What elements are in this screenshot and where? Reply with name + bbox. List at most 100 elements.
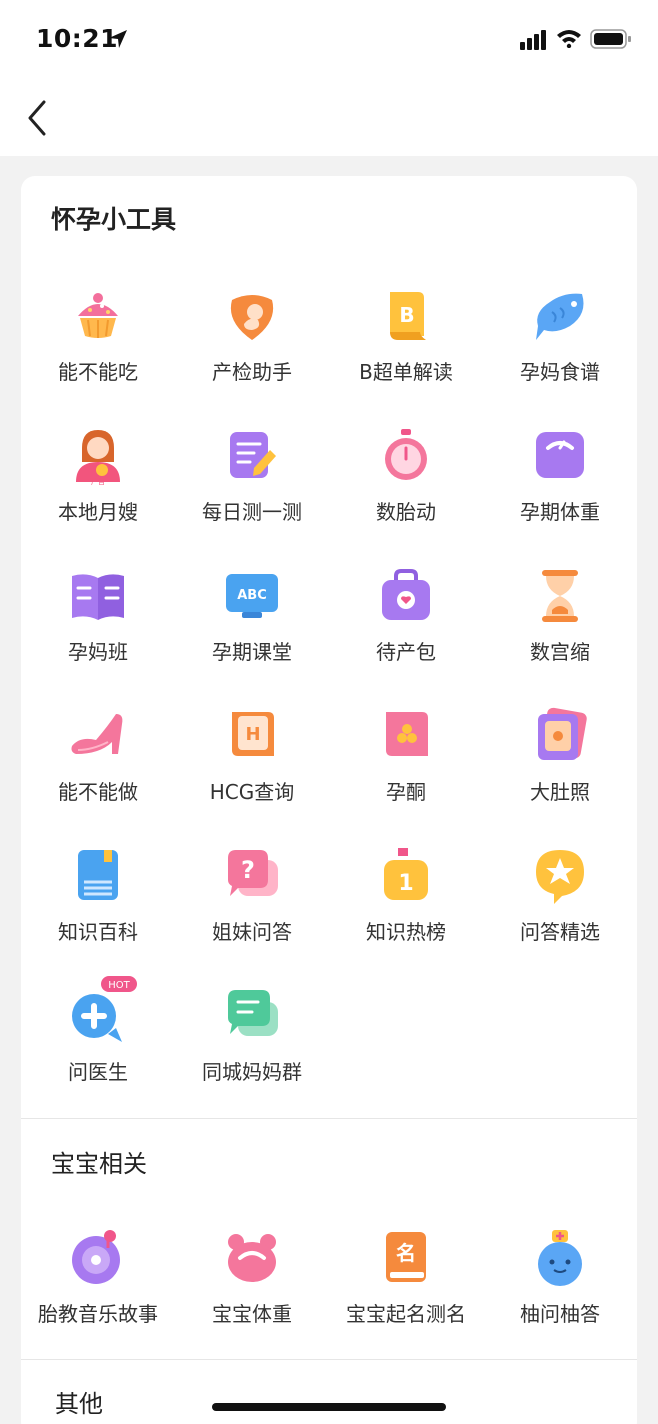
ultrasound-icon — [230, 295, 274, 340]
pregnancy-tools-title: 怀孕小工具 — [51, 205, 177, 234]
tool-label: 数胎动 — [376, 500, 436, 524]
hot-badge: HOT — [101, 976, 137, 992]
medal-icon: 1 — [384, 848, 428, 900]
scale-icon — [536, 432, 584, 478]
tool-progesterone[interactable]: 孕酮 — [329, 706, 483, 836]
tool-qa-picks[interactable]: 问答精选 — [483, 846, 637, 976]
status-time: 10:21 — [36, 24, 119, 53]
tool-label: 每日测一测 — [202, 500, 302, 524]
tools-card: 怀孕小工具 能不能吃 产检助手 B B超单解读 孕妈食谱 广告 本地月嫂 每日测… — [21, 176, 637, 1424]
tool-label: 孕酮 — [386, 780, 426, 804]
tool-hospital-bag[interactable]: 待产包 — [329, 566, 483, 696]
tool-encyclopedia[interactable]: 知识百科 — [21, 846, 175, 976]
tool-local-moms-group[interactable]: 同城妈妈群 — [175, 986, 329, 1116]
tool-ask-doctor[interactable]: HOT 问医生 — [21, 976, 175, 1116]
tool-label: 孕妈班 — [68, 640, 128, 664]
progesterone-scroll-icon — [386, 712, 428, 756]
tool-pregnancy-class[interactable]: ABC 孕期课堂 — [175, 566, 329, 696]
mascot-icon — [538, 1230, 582, 1286]
b-scan-report-icon: B — [390, 292, 426, 340]
encyclopedia-icon — [78, 850, 118, 900]
baby-scale-icon — [228, 1234, 276, 1282]
other-title: 其他 — [55, 1390, 103, 1418]
tool-checkup-assistant[interactable]: 产检助手 — [175, 286, 329, 416]
status-bar: 10:21 — [0, 0, 658, 78]
tool-hcg[interactable]: H HCG查询 — [175, 706, 329, 836]
svg-text:ABC: ABC — [237, 588, 267, 603]
abc-board-icon: ABC — [226, 574, 278, 618]
svg-text:1: 1 — [398, 871, 413, 896]
tool-label: 宝宝体重 — [212, 1302, 292, 1326]
music-disc-icon — [72, 1230, 120, 1284]
tool-daily-quiz[interactable]: 每日测一测 — [175, 426, 329, 556]
tool-label: 孕期体重 — [520, 500, 600, 524]
wifi-icon — [557, 30, 581, 48]
nanny-icon: 广告 — [76, 430, 120, 486]
hourglass-icon — [542, 570, 578, 622]
tool-you-wen-you-da[interactable]: 柚问柚答 — [483, 1228, 637, 1358]
home-indicator — [212, 1403, 446, 1411]
tool-label: 问医生 — [68, 1060, 128, 1084]
tool-hot-knowledge[interactable]: 1 知识热榜 — [329, 846, 483, 976]
tool-b-scan[interactable]: B B超单解读 — [329, 286, 483, 416]
tool-label: 数宫缩 — [530, 640, 590, 664]
back-chevron-icon[interactable] — [24, 98, 52, 138]
svg-text:B: B — [399, 303, 414, 327]
svg-text:H: H — [245, 724, 260, 745]
bag-icon — [382, 569, 430, 620]
tool-label: 孕期课堂 — [212, 640, 292, 664]
location-arrow-icon — [109, 30, 127, 48]
tool-label: 能不能做 — [58, 780, 138, 804]
stopwatch-icon — [385, 429, 427, 480]
tool-prenatal-music[interactable]: 胎教音乐故事 — [21, 1228, 175, 1358]
doctor-chat-icon — [72, 994, 122, 1042]
tool-label: 本地月嫂 — [58, 500, 138, 524]
tool-contractions[interactable]: 数宫缩 — [483, 566, 637, 696]
tool-label: 知识热榜 — [366, 920, 446, 944]
tool-pregnancy-weight[interactable]: 孕期体重 — [483, 426, 637, 556]
nav-bar — [0, 78, 658, 156]
tool-recipes[interactable]: 孕妈食谱 — [483, 286, 637, 416]
tool-bump-photo[interactable]: 大肚照 — [483, 706, 637, 836]
tool-label: 问答精选 — [520, 920, 600, 944]
group-chat-icon — [228, 990, 278, 1036]
question-chat-icon: ? — [228, 850, 278, 896]
tool-sisters-qa[interactable]: ? 姐妹问答 — [175, 846, 329, 976]
section-divider — [21, 1118, 637, 1119]
tool-baby-naming[interactable]: 名 宝宝起名测名 — [329, 1228, 483, 1358]
tool-label: 同城妈妈群 — [202, 1060, 302, 1084]
tool-label: 大肚照 — [530, 780, 590, 804]
tool-label: 姐妹问答 — [212, 920, 292, 944]
high-heel-icon — [71, 714, 123, 754]
tool-label: 待产包 — [376, 640, 436, 664]
fish-icon — [536, 293, 584, 340]
tool-label: HCG查询 — [209, 780, 295, 804]
ad-badge: 广告 — [91, 477, 105, 486]
tool-label: 宝宝起名测名 — [346, 1302, 466, 1326]
battery-icon — [590, 29, 631, 49]
tool-label: 胎教音乐故事 — [38, 1302, 158, 1326]
open-book-icon — [72, 574, 124, 620]
tool-can-do[interactable]: 能不能做 — [21, 706, 175, 836]
tool-baby-weight[interactable]: 宝宝体重 — [175, 1228, 329, 1358]
baby-tools-title: 宝宝相关 — [51, 1150, 147, 1178]
cupcake-icon — [78, 293, 118, 338]
section-divider — [21, 1359, 637, 1360]
star-bubble-icon — [536, 850, 584, 904]
svg-text:名: 名 — [396, 1241, 416, 1265]
tool-label: 知识百科 — [58, 920, 138, 944]
tool-kick-count[interactable]: 数胎动 — [329, 426, 483, 556]
tool-mom-class[interactable]: 孕妈班 — [21, 566, 175, 696]
hcg-scroll-icon: H — [232, 712, 274, 756]
daily-quiz-icon — [230, 432, 276, 478]
photo-icon — [538, 707, 587, 760]
tool-label: 能不能吃 — [58, 360, 138, 384]
tool-label: 产检助手 — [212, 360, 292, 384]
cellular-signal-icon — [520, 30, 546, 50]
tool-label: B超单解读 — [359, 360, 453, 384]
name-book-icon: 名 — [386, 1232, 426, 1282]
tool-local-nanny[interactable]: 广告 本地月嫂 — [21, 426, 175, 556]
tool-label: 柚问柚答 — [520, 1302, 600, 1326]
tool-can-eat[interactable]: 能不能吃 — [21, 286, 175, 416]
svg-text:?: ? — [241, 856, 255, 884]
